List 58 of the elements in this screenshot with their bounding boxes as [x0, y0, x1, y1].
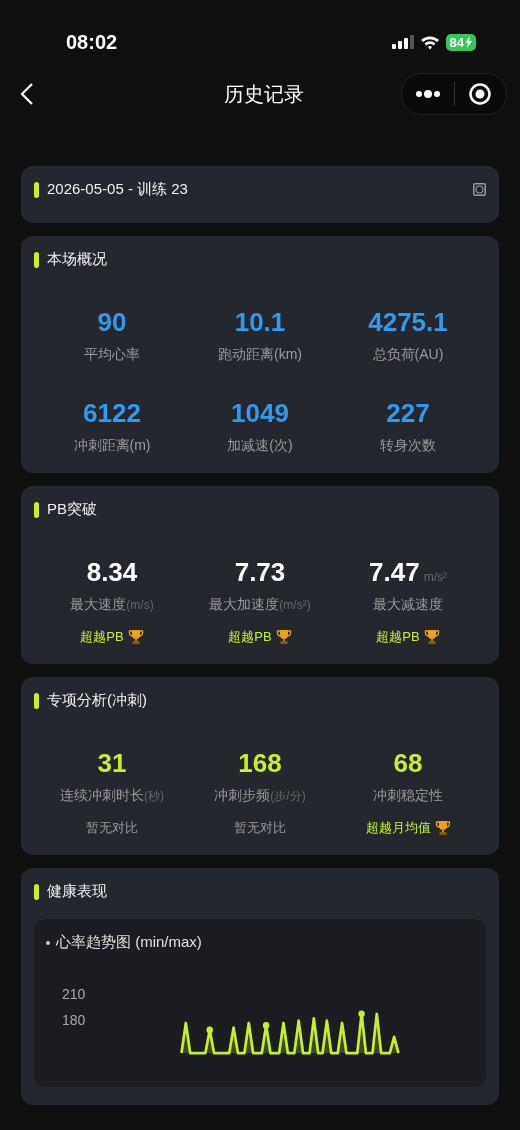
close-icon[interactable]: [468, 82, 493, 106]
stat-label: 冲刺步频: [214, 787, 271, 805]
page-title: 历史记录: [223, 81, 304, 107]
more-icon[interactable]: [414, 90, 441, 98]
wifi-icon: [419, 34, 440, 50]
back-button[interactable]: [20, 82, 34, 106]
stat-label: 总负荷(AU): [372, 346, 444, 364]
stat-label: 连续冲刺时长: [60, 787, 144, 805]
unit-label: (步/分): [270, 788, 306, 805]
chart-title: 心率趋势图 (min/max): [56, 933, 202, 952]
axis-label: 210: [62, 986, 86, 1002]
section-title: 健康表现: [47, 882, 107, 901]
stat-value: 7.47: [369, 557, 420, 588]
unit-label: (m/s²): [279, 598, 311, 612]
comparison-note: 暂无对比: [86, 819, 138, 837]
status-time: 08:02: [66, 30, 118, 54]
stat-label: 冲刺距离(m): [73, 437, 151, 455]
stat-label: 最大速度: [70, 596, 127, 614]
screenshot-icon[interactable]: [473, 183, 486, 196]
stat-label: 跑动距离(km): [218, 346, 302, 364]
section-title: 本场概况: [47, 250, 107, 269]
comparison-note: 超越PB: [228, 628, 272, 646]
stat-label: 加减速(次): [227, 437, 293, 455]
accent-bar: [34, 251, 39, 268]
stat-value: 6122: [83, 398, 141, 429]
comparison-note: 超越PB: [80, 628, 124, 646]
stat-value: 90: [97, 307, 127, 338]
stat-value: 68: [393, 748, 423, 779]
stat-value: 31: [97, 748, 127, 779]
stat-label: 平均心率: [84, 346, 140, 364]
accent-bar: [34, 181, 39, 198]
unit-label: m/s²: [423, 570, 447, 584]
stat-value: 4275.1: [368, 307, 448, 338]
accent-bar: [34, 692, 39, 709]
stat-value: 168: [238, 748, 282, 779]
accent-bar: [34, 501, 39, 518]
comparison-note: 暂无对比: [234, 819, 286, 837]
battery-icon: 84: [445, 33, 476, 51]
section-title: 专项分析(冲刺): [47, 691, 147, 710]
section-title: PB突破: [47, 500, 97, 519]
stat-value: 7.73: [234, 557, 286, 588]
stat-label: 转身次数: [380, 437, 436, 455]
stat-label: 最大减速度: [373, 596, 443, 614]
comparison-note: 超越PB: [376, 628, 420, 646]
stat-value: 1049: [231, 398, 289, 429]
stat-value: 227: [386, 398, 430, 429]
stat-value: 10.1: [234, 307, 286, 338]
axis-label: 180: [62, 1012, 86, 1028]
stat-label: 最大加速度: [209, 596, 280, 614]
stat-label: 冲刺稳定性: [373, 787, 443, 805]
comparison-note: 超越月均值: [365, 819, 431, 837]
unit-label: (秒): [144, 789, 164, 805]
accent-bar: [34, 883, 39, 900]
stat-value: 8.34: [86, 557, 138, 588]
signal-icon: [391, 35, 414, 49]
unit-label: (m/s): [126, 598, 154, 612]
bullet-dot: [46, 940, 50, 945]
section-title: 2026-05-05 - 训练 23: [47, 180, 188, 199]
